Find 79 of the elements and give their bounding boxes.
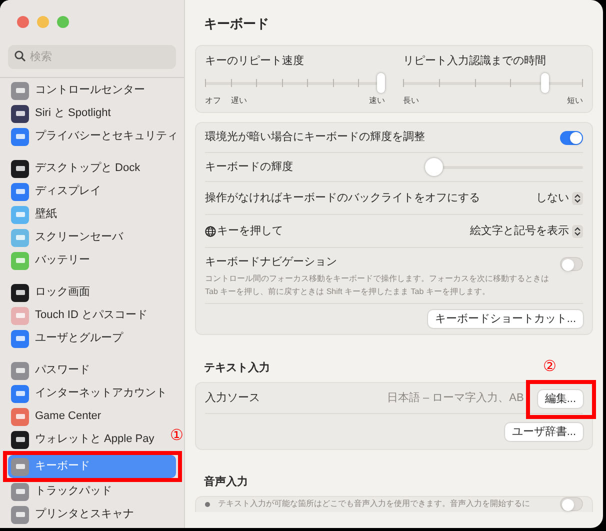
settings-tile-icon (11, 458, 29, 476)
popup-button[interactable]: しない (536, 190, 583, 206)
settings-tile-icon (11, 362, 29, 380)
row-label: キーボードナビゲーション (205, 255, 338, 270)
zoom-button[interactable] (57, 16, 69, 28)
settings-tile-icon (11, 506, 29, 524)
settings-tile-icon (11, 228, 29, 246)
scale-label: 速い (369, 95, 385, 107)
search-icon (14, 50, 26, 62)
scale-label: 長い (403, 95, 419, 107)
slider-track[interactable] (425, 158, 583, 176)
close-button[interactable] (17, 16, 29, 28)
scale-label: オフ (205, 95, 221, 107)
row-label: キーボードの輝度 (205, 160, 294, 175)
sidebar-item[interactable]: トラックパッド (8, 480, 115, 503)
settings-tile-icon (11, 82, 29, 100)
minimize-button[interactable] (37, 16, 49, 28)
settings-tile-icon (11, 330, 29, 348)
description-text: コントロール間のフォーカス移動をキーボードで操作します。フォーカスを次に移動するときは Tab キーを押し、前に戻すときは Shift キーを押したまま Tab キーを押します。 (205, 272, 550, 298)
row-label: 操作がなければキーボードのバックライトをオフにする (205, 190, 480, 206)
section-heading: 音声入力 (204, 474, 248, 490)
highlight-frame (526, 380, 596, 419)
edit-button[interactable]: 編集... (538, 390, 583, 408)
user-dictionary-button[interactable]: ユーザ辞書... (504, 422, 583, 440)
settings-tile-icon (11, 408, 29, 426)
sidebar-item[interactable]: プリンタとスキャナ (8, 503, 137, 526)
slider-label: キーのリピート速度 (205, 54, 305, 69)
sidebar-item[interactable]: バッテリー (8, 249, 93, 272)
section-heading: テキスト入力 (204, 360, 270, 376)
sidebar-item[interactable]: プライバシーとセキュリティ (8, 125, 181, 148)
sidebar-item[interactable]: パスワード (8, 359, 93, 382)
settings-tile-icon (11, 182, 29, 200)
row-value: 日本語 – ローマ字入力、AB (386, 390, 524, 406)
toggle-switch[interactable] (560, 130, 583, 144)
sidebar-item[interactable]: スクリーンセーバ (8, 226, 126, 249)
row-label: 環境光が暗い場合にキーボードの輝度を調整 (205, 130, 425, 146)
slider-thumb[interactable] (425, 158, 443, 176)
popup-button[interactable]: 絵文字と記号を表示 (470, 222, 583, 240)
chevron-icon (572, 192, 583, 204)
settings-tile-icon (11, 482, 29, 500)
settings-tile-icon (11, 104, 29, 122)
annotation-number: ① (170, 428, 183, 443)
row-label: キーを押して (217, 224, 283, 239)
scale-label: 遅い (231, 95, 247, 107)
settings-tile-icon (11, 128, 29, 146)
scale-label: 短い (567, 95, 583, 107)
settings-tile-icon (11, 206, 29, 224)
sidebar-item[interactable]: コントロールセンター (8, 79, 148, 102)
chevron-icon (572, 224, 583, 238)
slider-thumb[interactable] (377, 73, 385, 93)
shortcuts-button[interactable]: キーボードショートカット... (428, 310, 583, 328)
search-field[interactable]: 検索 (8, 45, 176, 69)
bullet-icon (205, 502, 210, 506)
settings-tile-icon (11, 384, 29, 402)
sidebar-item[interactable]: 壁紙 (8, 203, 60, 226)
sidebar-item[interactable]: ロック画面 (8, 281, 93, 304)
slider-track[interactable] (205, 73, 385, 93)
sidebar-item[interactable]: ディスプレイ (8, 180, 104, 203)
sidebar-item[interactable]: ユーザとグループ (8, 327, 126, 350)
row-label: 入力ソース (205, 390, 260, 406)
sidebar-item[interactable]: Siri と Spotlight (8, 102, 114, 125)
settings-tile-icon (11, 160, 29, 178)
slider-track[interactable] (403, 73, 583, 93)
page-title: キーボード (203, 15, 270, 33)
toggle-switch[interactable] (560, 497, 583, 511)
sidebar-item[interactable]: デスクトップと Dock (8, 157, 144, 180)
settings-tile-icon (11, 306, 29, 324)
slider-thumb[interactable] (540, 73, 549, 93)
slider-label: リピート入力認識までの時間 (403, 54, 547, 69)
sidebar-item[interactable]: ウォレットと Apple Pay (8, 428, 158, 451)
settings-tile-icon (11, 430, 29, 448)
settings-tile-icon (11, 252, 29, 270)
sidebar-item[interactable]: Game Center (8, 405, 104, 428)
settings-tile-icon (11, 284, 29, 302)
toggle-switch[interactable] (560, 257, 583, 271)
sidebar-item[interactable]: インターネットアカウント (8, 382, 170, 405)
description-text: テキスト入力が可能な箇所はどこでも音声入力を使用できます。音声入力を開始するに (218, 499, 530, 509)
annotation-number: ② (542, 359, 556, 374)
sidebar-item[interactable]: Touch ID とパスコード (8, 304, 150, 327)
